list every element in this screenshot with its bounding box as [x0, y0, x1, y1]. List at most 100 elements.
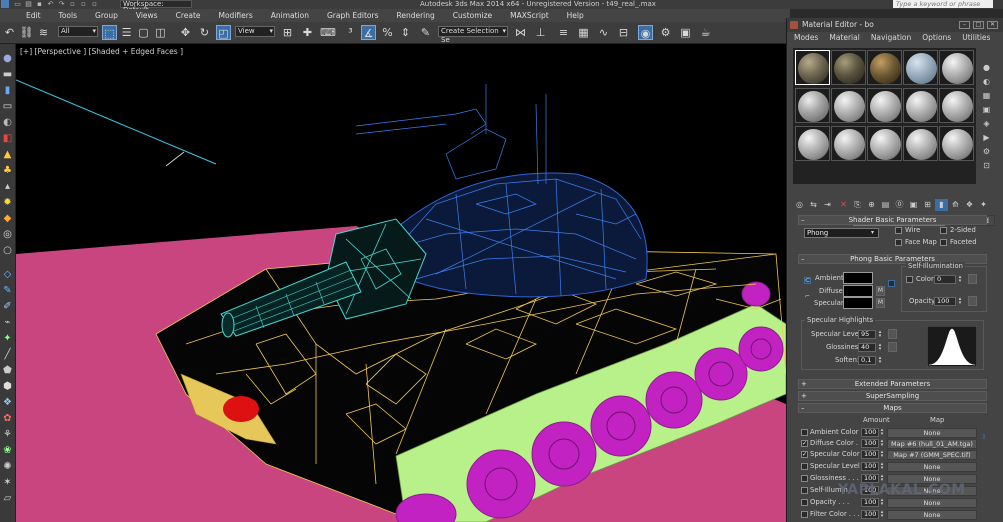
selection-tool-icon[interactable]: ◇	[1, 268, 14, 281]
backlight-icon[interactable]: ◐	[980, 76, 993, 87]
hold-icon[interactable]: ▫	[68, 0, 77, 8]
map-enable-checkbox[interactable]	[801, 511, 808, 518]
maximize-button[interactable]: □	[973, 21, 984, 29]
percent-snap-icon[interactable]: %	[380, 25, 395, 40]
map-amount[interactable]: 100	[861, 428, 879, 437]
mirror-icon[interactable]: ⋈	[513, 25, 528, 40]
map-slot-button[interactable]: Map #6 (hull_01_AM.tga)	[887, 439, 977, 449]
map-enable-checkbox[interactable]	[801, 429, 808, 436]
map-slot-button[interactable]: None	[887, 428, 977, 438]
cone-primitive-icon[interactable]: ▴	[1, 180, 14, 193]
material-slot[interactable]	[903, 50, 938, 85]
select-manipulate-icon[interactable]: ✚	[300, 25, 315, 40]
faceted-checkbox[interactable]	[940, 239, 947, 246]
extended-parameters-rollout[interactable]: + Extended Parameters	[798, 379, 987, 389]
menu-group[interactable]: Group	[86, 9, 127, 22]
lock-ambient-map-icon[interactable]	[888, 280, 895, 287]
undo-icon[interactable]: ↶	[46, 0, 55, 8]
two-sided-checkbox[interactable]	[940, 227, 947, 234]
save-file-icon[interactable]: ▪	[35, 0, 44, 8]
map-amount[interactable]: 100	[861, 450, 879, 459]
shader-basic-rollout[interactable]: – Shader Basic Parameters	[798, 215, 987, 225]
map-amount[interactable]: 100	[861, 510, 879, 519]
select-by-material-icon[interactable]: ⊡	[980, 160, 993, 171]
material-id-channel-icon[interactable]: ⓪	[893, 199, 906, 211]
sculpt-tool-icon[interactable]: ❖	[1, 396, 14, 409]
align-icon[interactable]: ⊥	[533, 25, 548, 40]
reference-coordinate-dropdown[interactable]: View	[235, 26, 275, 37]
spinner-icon[interactable]: ▴ ▾	[879, 462, 885, 471]
new-scene-icon[interactable]: ▭	[13, 0, 22, 8]
curve-editor-icon[interactable]: ∿	[596, 25, 611, 40]
map-slot-button[interactable]: Map #7 (GMM_SPEC.tif)	[887, 450, 977, 460]
close-button[interactable]: ✕	[987, 21, 998, 29]
select-and-link-icon[interactable]: ⛓	[19, 25, 34, 40]
plane-primitive-icon[interactable]: ▭	[1, 100, 14, 113]
undo-icon[interactable]: ↶	[2, 25, 17, 40]
make-unique-icon[interactable]: ⊕	[865, 199, 878, 211]
schematic-view-icon[interactable]: ⊟	[616, 25, 631, 40]
menu-maxscript[interactable]: MAXScript	[501, 9, 558, 22]
edge-tool-icon[interactable]: ╱	[1, 348, 14, 361]
put-to-library-icon[interactable]: ▤	[879, 199, 892, 211]
material-slot[interactable]	[939, 126, 974, 161]
get-material-icon[interactable]: ◎	[793, 199, 806, 211]
material-slot[interactable]	[795, 50, 830, 85]
show-shaded-material-icon[interactable]: ▣	[907, 199, 920, 211]
spinner-icon[interactable]: ▴ ▾	[879, 439, 885, 448]
put-to-scene-icon[interactable]: ⇆	[807, 199, 820, 211]
redo-icon[interactable]: ↷	[57, 0, 66, 8]
bind-to-space-warp-icon[interactable]: ≋	[36, 25, 51, 40]
spinner-icon[interactable]: ▴ ▾	[957, 275, 963, 284]
map-enable-checkbox[interactable]	[801, 475, 808, 482]
map-enable-checkbox[interactable]: ✓	[801, 451, 808, 458]
menu-create[interactable]: Create	[167, 9, 210, 22]
noise-tool-icon[interactable]: ✶	[1, 476, 14, 489]
material-slot[interactable]	[867, 50, 902, 85]
spinner-icon[interactable]: ▴ ▾	[877, 330, 883, 339]
map-slot-button[interactable]: None	[887, 510, 977, 520]
background-icon[interactable]: ▦	[980, 90, 993, 101]
fetch-icon[interactable]: ▫	[79, 0, 88, 8]
project-folder-icon[interactable]: ▫	[90, 0, 99, 8]
copy-material-icon[interactable]: ⎘	[851, 199, 864, 211]
diffuse-map-button[interactable]: M	[876, 286, 885, 296]
show-end-result-icon[interactable]: ⊞	[921, 199, 934, 211]
relax-tool-icon[interactable]: ✿	[1, 412, 14, 425]
me-menu-material[interactable]: Material	[822, 32, 863, 44]
rendered-frame-window-icon[interactable]: ▣	[678, 25, 693, 40]
material-slot[interactable]	[831, 50, 866, 85]
self-illum-value[interactable]: 0	[934, 275, 956, 284]
options-icon[interactable]: ⚙	[980, 146, 993, 157]
pyramid-icon[interactable]: ◆	[1, 212, 14, 225]
material-slot[interactable]	[903, 88, 938, 123]
search-input[interactable]: Type a keyword or phrase	[893, 0, 993, 8]
material-slot[interactable]	[831, 88, 866, 123]
face-map-checkbox[interactable]	[895, 239, 902, 246]
helper-icon[interactable]: ▲	[1, 148, 14, 161]
self-illum-color-checkbox[interactable]	[906, 276, 913, 283]
open-file-icon[interactable]: ▤	[24, 0, 33, 8]
render-production-icon[interactable]: ☕	[698, 25, 713, 40]
specular-level-value[interactable]: 95	[858, 330, 876, 339]
material-slot[interactable]	[867, 126, 902, 161]
polygon-tool-icon[interactable]: ⬟	[1, 364, 14, 377]
select-object-icon[interactable]: ⬚	[102, 25, 117, 40]
spinner-icon[interactable]: ▴ ▾	[879, 450, 885, 459]
supersampling-rollout[interactable]: + SuperSampling	[798, 391, 987, 401]
me-menu-navigation[interactable]: Navigation	[864, 32, 915, 44]
sun-icon[interactable]: ✹	[1, 196, 14, 209]
angle-snap-icon[interactable]: ∡	[361, 25, 376, 40]
material-editor-icon[interactable]: ◉	[638, 25, 653, 40]
menu-edit[interactable]: Edit	[0, 9, 50, 22]
menu-tools[interactable]: Tools	[50, 9, 86, 22]
element-tool-icon[interactable]: ⬢	[1, 380, 14, 393]
map-slot-button[interactable]: None	[887, 498, 977, 508]
sphere-primitive-icon[interactable]: ●	[1, 52, 14, 65]
self-illum-map-button[interactable]	[968, 274, 977, 284]
select-and-move-icon[interactable]: ✥	[178, 25, 193, 40]
flatten-tool-icon[interactable]: ▱	[1, 492, 14, 505]
assign-to-selection-icon[interactable]: ⇥	[821, 199, 834, 211]
scroll-indicator-icon[interactable]: ⇕	[981, 433, 987, 442]
brush-tool-icon[interactable]: ✐	[1, 300, 14, 313]
